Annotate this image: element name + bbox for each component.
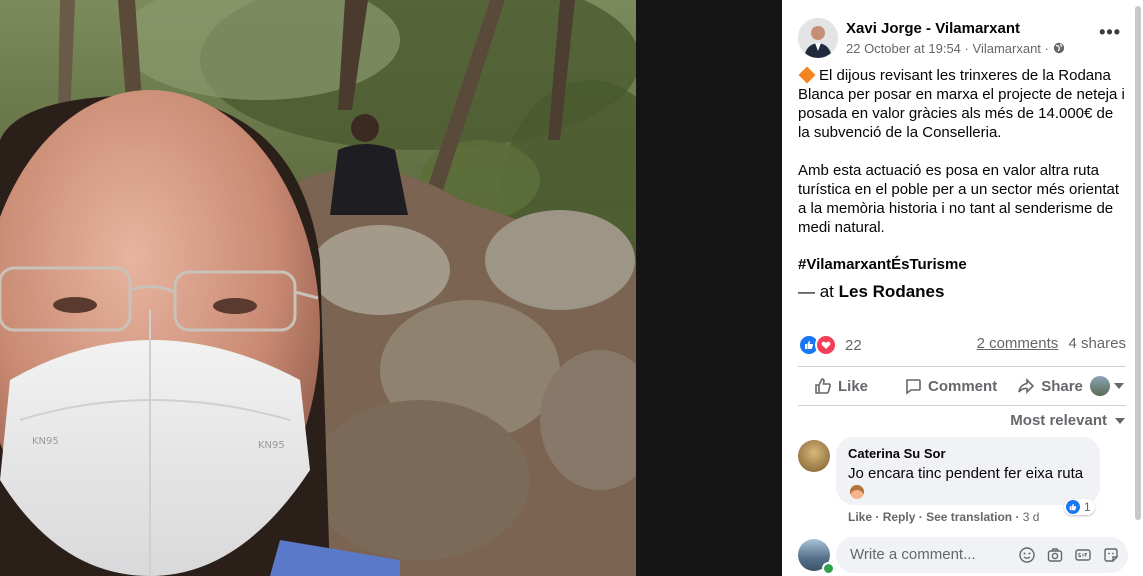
- comment-reaction-count: 1: [1084, 500, 1091, 514]
- hashtag-link[interactable]: #VilamarxantÉsTurisme: [798, 256, 967, 273]
- sort-label: Most relevant: [1010, 412, 1107, 429]
- emoji-icon[interactable]: [1018, 546, 1036, 564]
- orange-diamond-icon: [798, 66, 816, 84]
- comment-input-tools: [1008, 546, 1120, 564]
- svg-text:KN95: KN95: [32, 436, 59, 447]
- reaction-count: 22: [845, 336, 862, 354]
- post-stats: 2 comments 4 shares: [977, 335, 1126, 352]
- svg-text:KN95: KN95: [258, 440, 285, 451]
- comment-text: Jo encara tinc pendent fer eixa ruta: [848, 464, 1088, 502]
- post-body: El dijous revisant les trinxeres de la R…: [798, 66, 1128, 237]
- comment-reply-link[interactable]: Reply: [883, 510, 916, 524]
- separator-dot: ·: [875, 510, 880, 524]
- audience-selector[interactable]: [1090, 376, 1124, 396]
- post-photo[interactable]: KN95 KN95: [0, 0, 636, 576]
- post-date[interactable]: 22 October at 19:54: [846, 41, 961, 56]
- comment-time[interactable]: 3 d: [1023, 510, 1040, 524]
- comment-text-content: Jo encara tinc pendent fer eixa ruta: [848, 465, 1084, 482]
- comment-button[interactable]: Comment: [904, 377, 997, 395]
- reactions-summary[interactable]: 22: [798, 334, 862, 356]
- post-author-name[interactable]: Xavi Jorge - Vilamarxant: [846, 20, 1020, 37]
- globe-icon: [1053, 41, 1065, 56]
- post-paragraph-1: El dijous revisant les trinxeres de la R…: [798, 66, 1128, 142]
- post-paragraph-1-text: El dijous revisant les trinxeres de la R…: [798, 67, 1125, 141]
- shares-count[interactable]: 4 shares: [1068, 335, 1126, 352]
- tagged-place-link[interactable]: Les Rodanes: [839, 282, 945, 301]
- comment-bubble: Caterina Su Sor Jo encara tinc pendent f…: [836, 437, 1100, 505]
- profile-avatar-icon: [1090, 376, 1110, 396]
- comment-sort-dropdown[interactable]: Most relevant: [1010, 412, 1125, 429]
- chevron-down-icon: [1114, 383, 1124, 389]
- comment-input[interactable]: [848, 545, 1002, 564]
- like-label: Like: [838, 377, 869, 395]
- gif-icon[interactable]: [1074, 546, 1092, 564]
- thumbs-up-icon: [815, 378, 831, 394]
- post-paragraph-2: Amb esta actuació es posa en valor altra…: [798, 162, 1120, 236]
- comment-like-link[interactable]: Like: [848, 510, 872, 524]
- like-button[interactable]: Like: [814, 377, 868, 395]
- separator-dot: ·: [918, 510, 923, 524]
- commenter-name[interactable]: Caterina Su Sor: [848, 446, 946, 461]
- location-tag: — at Les Rodanes: [798, 282, 944, 302]
- post-meta: 22 October at 19:54 · Vilamarxant ·: [846, 41, 1065, 56]
- post-action-bar: Like Comment Share: [798, 371, 1128, 401]
- author-avatar[interactable]: [798, 18, 838, 58]
- share-button[interactable]: Share: [1017, 377, 1083, 395]
- share-arrow-icon: [1018, 378, 1035, 394]
- online-status-dot: [822, 562, 835, 575]
- post-location[interactable]: Vilamarxant: [973, 41, 1041, 56]
- camera-icon[interactable]: [1046, 546, 1064, 564]
- comment-label: Comment: [928, 377, 998, 395]
- share-label: Share: [1041, 377, 1083, 395]
- meta-separator: ·: [964, 41, 969, 56]
- divider: [798, 366, 1126, 367]
- chevron-down-icon: [1115, 417, 1125, 424]
- divider: [798, 405, 1126, 406]
- separator-dot: ·: [1015, 510, 1020, 524]
- write-comment-box[interactable]: [836, 537, 1128, 573]
- woman-emoji-icon: [850, 485, 864, 499]
- comments-count-link[interactable]: 2 comments: [977, 335, 1059, 352]
- photo-viewer: KN95 KN95: [0, 0, 782, 576]
- love-reaction-icon: [815, 334, 837, 356]
- see-translation-link[interactable]: See translation: [926, 510, 1012, 524]
- post-side-panel: Xavi Jorge - Vilamarxant 22 October at 1…: [782, 0, 1143, 576]
- sticker-icon[interactable]: [1102, 546, 1120, 564]
- like-reaction-icon: [1066, 500, 1080, 514]
- comment-reaction-badge[interactable]: 1: [1064, 499, 1095, 515]
- meta-separator: ·: [1044, 41, 1049, 56]
- more-options-icon[interactable]: •••: [1099, 23, 1121, 41]
- comment-actions: Like · Reply · See translation · 3 d: [848, 510, 1039, 524]
- panel-scrollbar[interactable]: [1135, 6, 1141, 520]
- comment-bubble-icon: [906, 379, 921, 395]
- at-prefix: — at: [798, 282, 834, 301]
- commenter-avatar[interactable]: [798, 440, 830, 472]
